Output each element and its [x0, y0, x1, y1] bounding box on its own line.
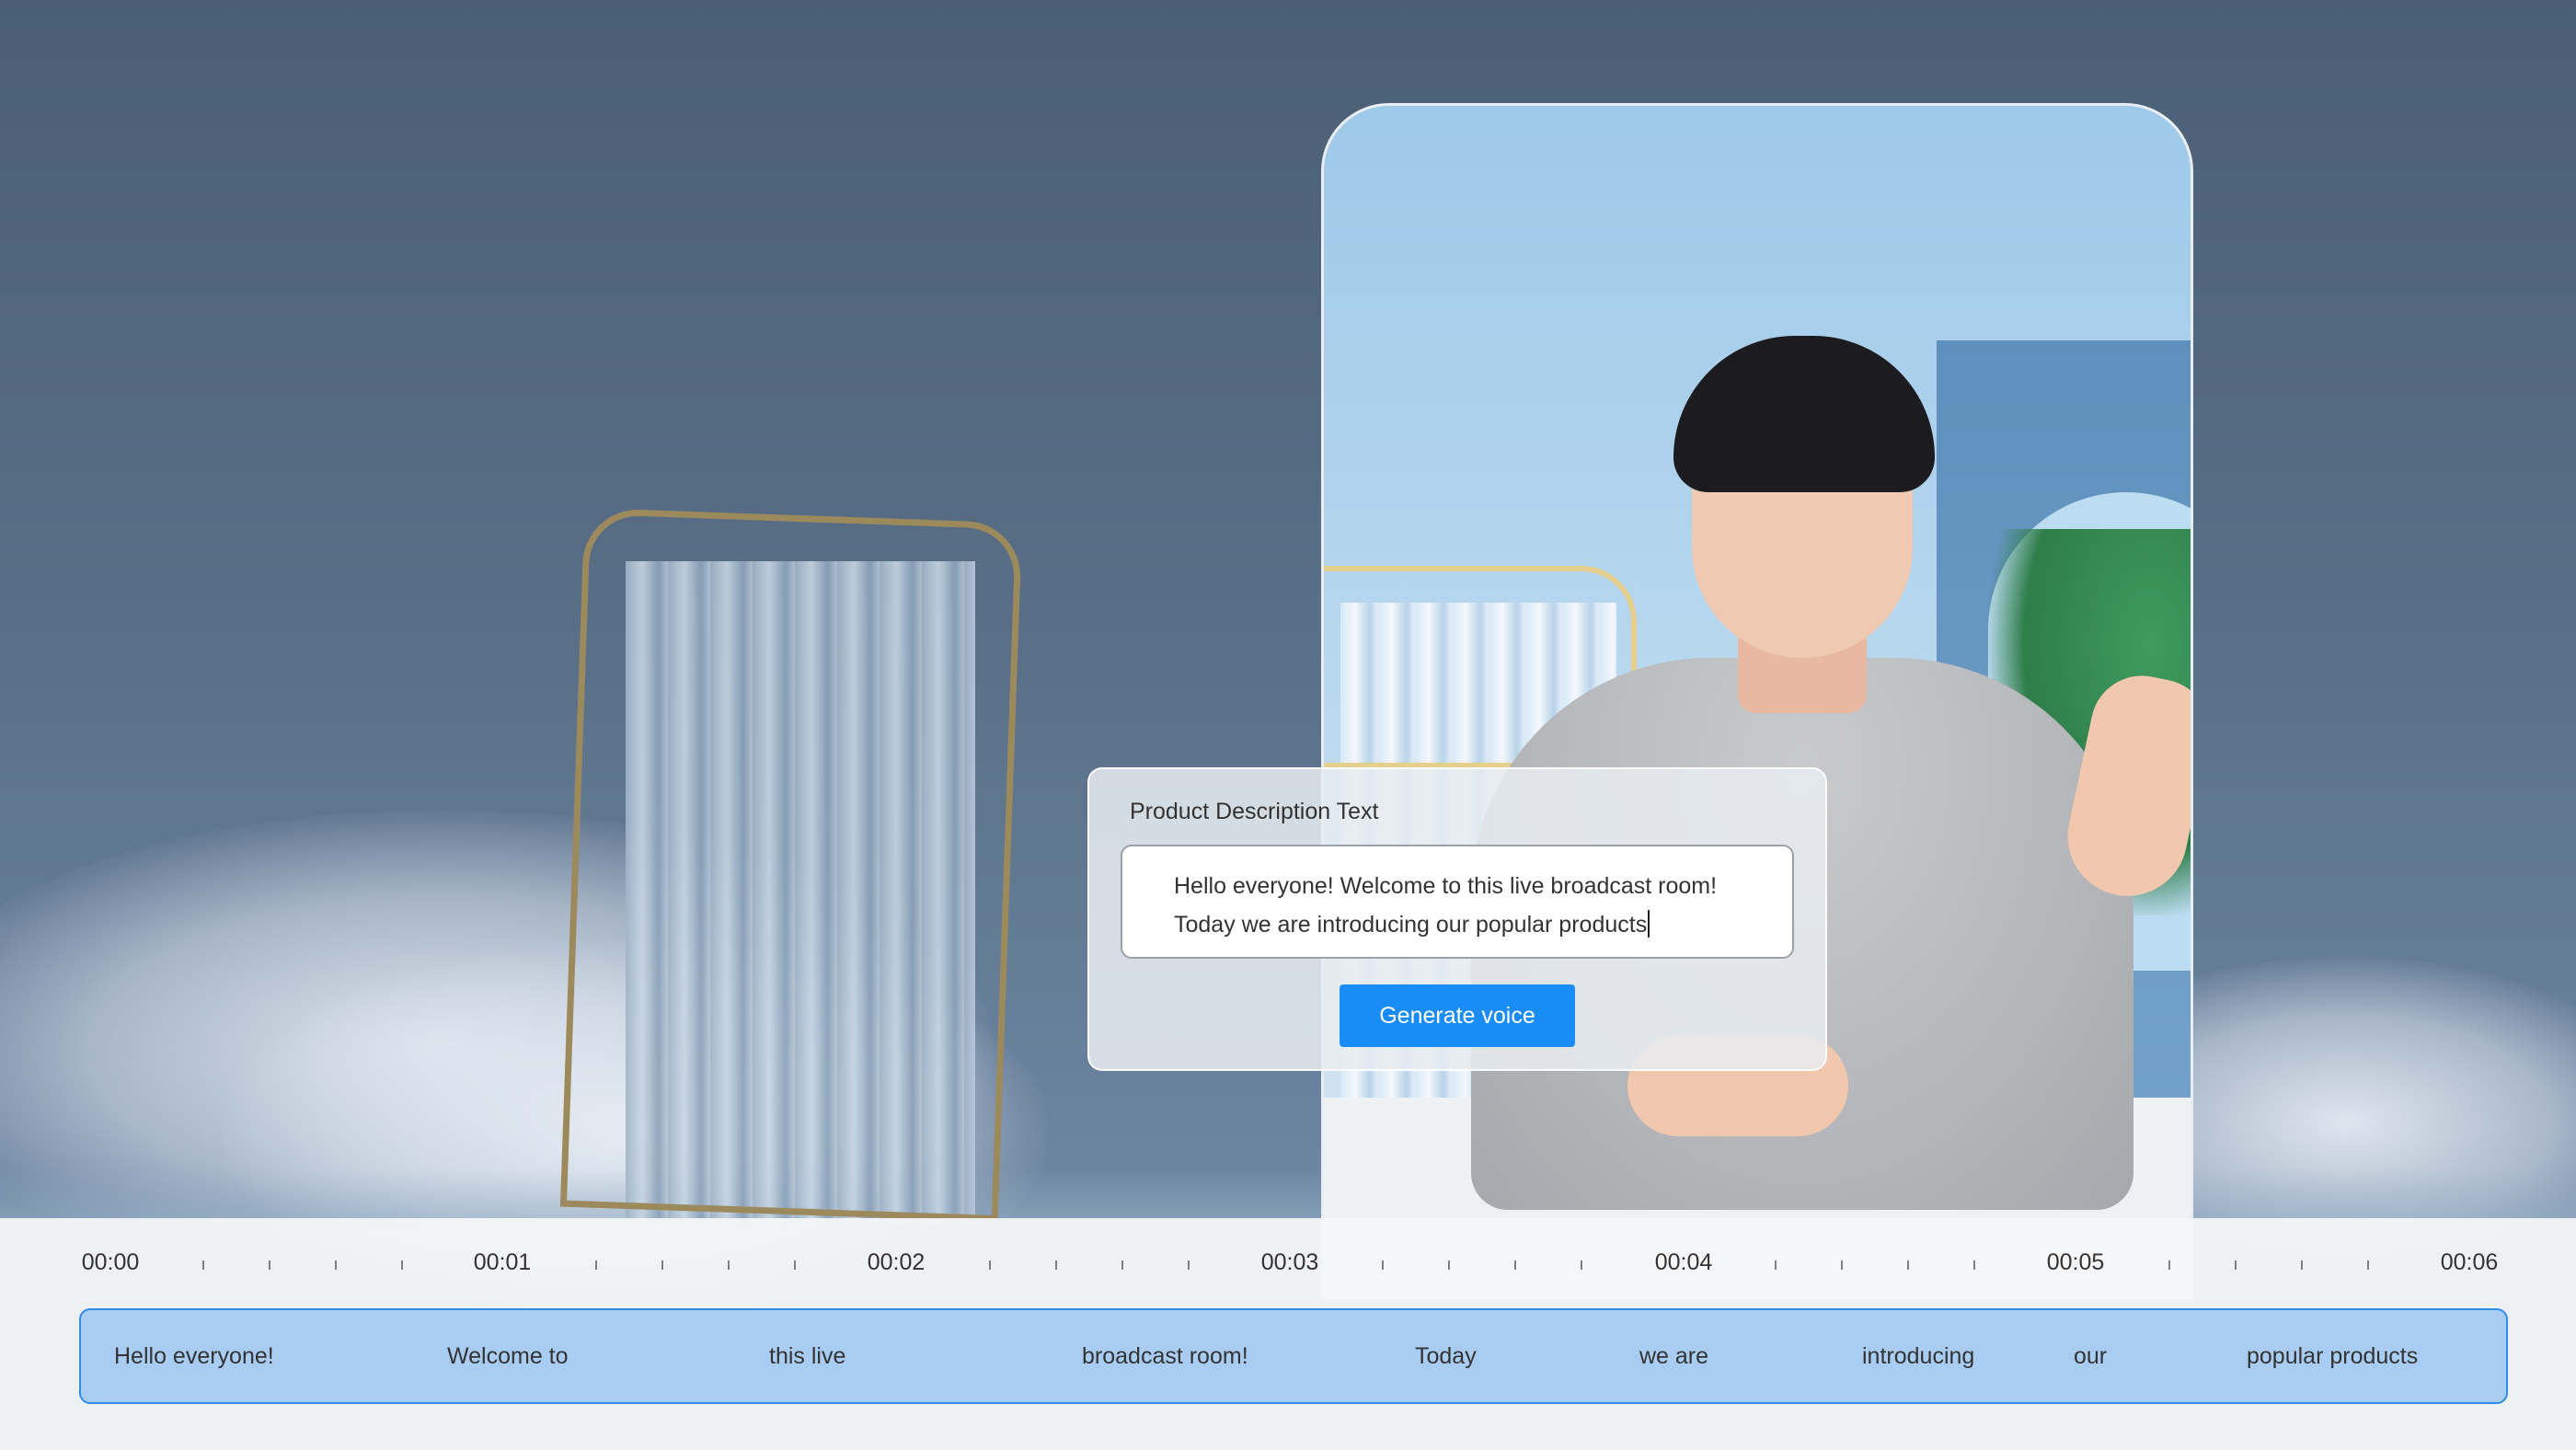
subtitle-segment[interactable]: we are — [1639, 1343, 1708, 1370]
ruler-tick — [794, 1260, 797, 1270]
ruler-tick — [1973, 1260, 1976, 1270]
video-preview — [1321, 103, 2193, 1299]
time-label: 00:04 — [1654, 1249, 1713, 1275]
time-label: 00:06 — [2440, 1249, 2499, 1275]
ruler-tick — [1447, 1260, 1450, 1270]
presenter-hair — [1673, 336, 1935, 492]
gold-gate-prop — [559, 507, 1023, 1223]
subtitle-segment[interactable]: this live — [769, 1343, 845, 1370]
ruler-tick — [1907, 1260, 1910, 1270]
ruler-tick — [269, 1260, 270, 1270]
time-label: 00:00 — [81, 1249, 140, 1275]
ruler-tick — [1187, 1260, 1190, 1270]
ruler-tick — [202, 1260, 204, 1270]
ruler-tick — [1580, 1260, 1582, 1270]
product-description-card: Product Description Text Hello everyone!… — [1087, 767, 1827, 1071]
ruler-tick — [661, 1260, 664, 1270]
ruler-tick — [1054, 1260, 1057, 1270]
time-label: 00:05 — [2046, 1249, 2105, 1275]
subtitle-track[interactable]: Hello everyone! Welcome to this live bro… — [79, 1308, 2508, 1404]
ruler-tick — [2168, 1260, 2170, 1270]
subtitle-segment[interactable]: our — [2074, 1343, 2107, 1370]
subtitle-segment[interactable]: Hello everyone! — [114, 1343, 274, 1370]
ruler-tick — [2234, 1260, 2237, 1270]
description-line-2: Today we are introducing our popular pro… — [1174, 912, 1648, 938]
subtitle-segment[interactable]: popular products — [2247, 1343, 2418, 1370]
ruler-tick — [988, 1260, 991, 1270]
subtitle-segment[interactable]: Welcome to — [447, 1343, 569, 1370]
ruler-tick — [595, 1260, 598, 1270]
ruler-tick — [1381, 1260, 1384, 1270]
timeline-panel: 00:00 00:01 00:02 00:03 00:04 00:05 00:0… — [0, 1218, 2576, 1450]
time-label: 00:02 — [867, 1249, 926, 1275]
text-caret — [1648, 910, 1650, 938]
subtitle-segment[interactable]: broadcast room! — [1082, 1343, 1248, 1370]
time-ruler: 00:00 00:01 00:02 00:03 00:04 00:05 00:0… — [0, 1218, 2576, 1292]
description-textarea[interactable]: Hello everyone! Welcome to this live bro… — [1121, 845, 1794, 959]
time-label: 00:01 — [473, 1249, 532, 1275]
ruler-tick — [1841, 1260, 1844, 1270]
ruler-tick — [2366, 1260, 2369, 1270]
ruler-tick — [1513, 1260, 1516, 1270]
ruler-tick — [401, 1260, 403, 1270]
ruler-tick — [1121, 1260, 1123, 1270]
ruler-tick — [335, 1260, 337, 1270]
ruler-tick — [728, 1260, 730, 1270]
time-label: 00:03 — [1260, 1249, 1319, 1275]
ruler-tick — [1775, 1260, 1777, 1270]
card-title: Product Description Text — [1130, 799, 1379, 824]
description-line-1: Hello everyone! Welcome to this live bro… — [1174, 873, 1718, 899]
ruler-tick — [2300, 1260, 2303, 1270]
subtitle-segment[interactable]: introducing — [1862, 1343, 1974, 1370]
subtitle-segment[interactable]: Today — [1415, 1343, 1477, 1370]
description-line-2-wrap: Today we are introducing our popular pro… — [1174, 905, 1741, 944]
generate-voice-button[interactable]: Generate voice — [1340, 984, 1575, 1047]
